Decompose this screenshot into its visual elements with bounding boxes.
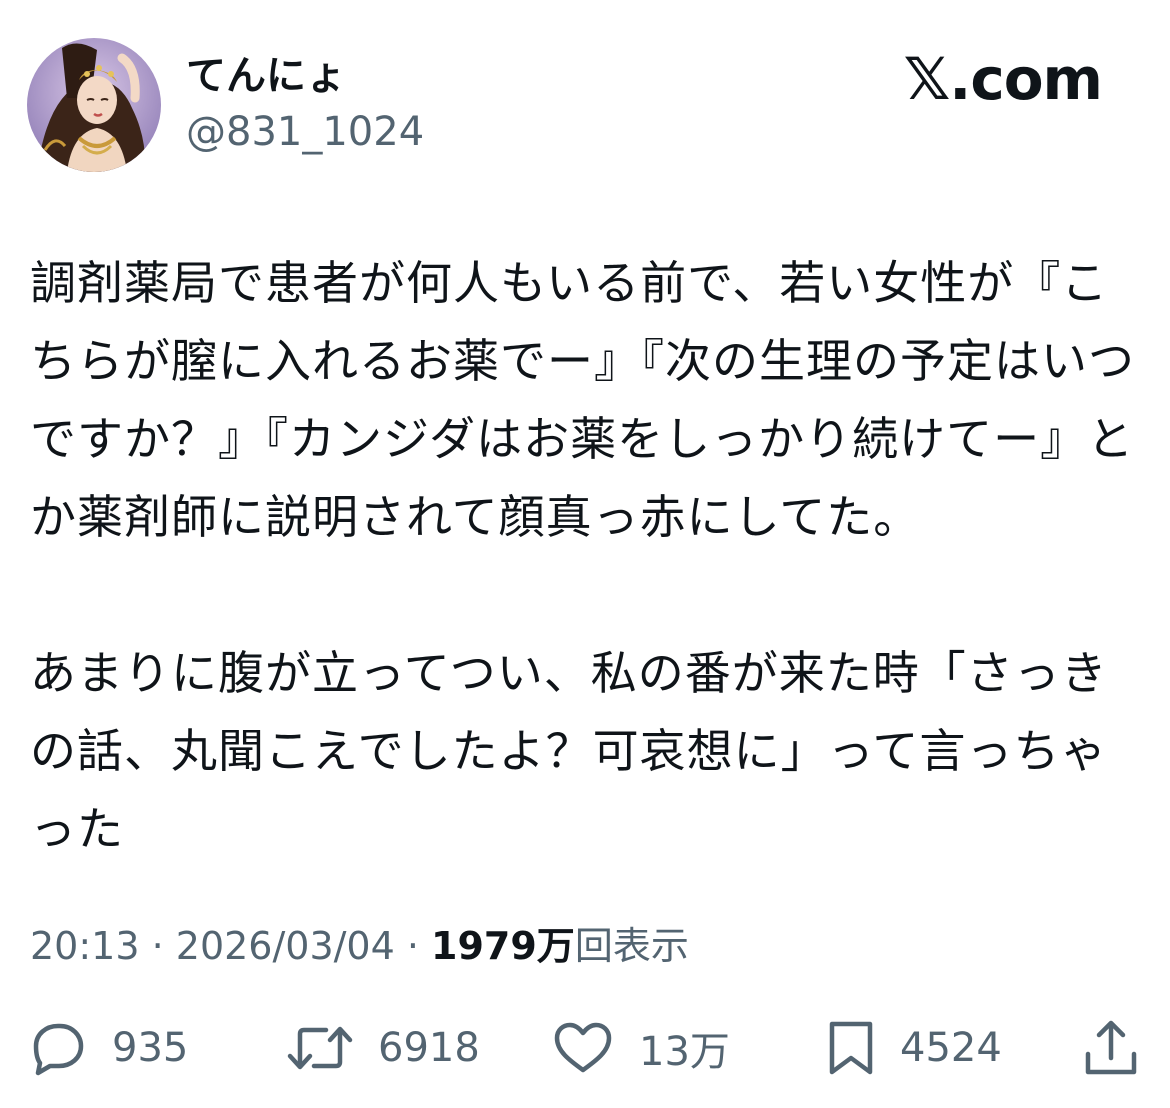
bookmark-button[interactable]: 4524 bbox=[826, 1012, 1002, 1084]
repost-button[interactable]: 6918 bbox=[286, 1012, 480, 1084]
like-button[interactable]: 13万 bbox=[551, 1012, 730, 1084]
repost-icon bbox=[287, 1026, 353, 1070]
views-count: 1979万 bbox=[431, 924, 575, 968]
bookmark-count: 4524 bbox=[900, 1025, 1002, 1071]
display-name[interactable]: てんにょ bbox=[186, 52, 346, 100]
meta-separator: · bbox=[394, 924, 432, 968]
tweet-paragraph: 調剤薬局で患者が何人もいる前で、若い女性が『こちらが膣に入れるお薬でー』『次の生… bbox=[30, 256, 1135, 544]
action-bar: 935 6918 13万 4524 bbox=[0, 1012, 1170, 1084]
reply-icon bbox=[33, 1023, 84, 1076]
views-label: 回表示 bbox=[574, 924, 689, 968]
tweet-paragraph: あまりに腹が立ってつい、私の番が来た時「さっきの話、丸聞こえでしたよ？可哀想に」… bbox=[30, 646, 1108, 856]
tweet-date[interactable]: 2026/03/04 bbox=[176, 924, 395, 968]
avatar[interactable] bbox=[27, 38, 161, 172]
tweet-text: 調剤薬局で患者が何人もいる前で、若い女性が『こちらが膣に入れるお薬でー』『次の生… bbox=[30, 244, 1142, 868]
share-icon bbox=[1085, 1020, 1137, 1075]
tweet-time[interactable]: 20:13 bbox=[30, 924, 140, 968]
meta-separator: · bbox=[139, 924, 176, 968]
tweet-meta: 20:13 · 2026/03/04 · 1979万回表示 bbox=[30, 920, 689, 972]
brand-logo: 𝕏.com bbox=[903, 45, 1103, 113]
bookmark-icon bbox=[829, 1021, 873, 1075]
avatar-illustration bbox=[27, 38, 161, 172]
like-count: 13万 bbox=[639, 1029, 730, 1075]
user-handle[interactable]: @831_1024 bbox=[186, 108, 424, 156]
heart-icon bbox=[554, 1022, 612, 1073]
share-button[interactable] bbox=[1082, 1012, 1140, 1084]
reply-button[interactable]: 935 bbox=[28, 1012, 188, 1084]
repost-count: 6918 bbox=[378, 1025, 480, 1071]
reply-count: 935 bbox=[112, 1025, 189, 1071]
